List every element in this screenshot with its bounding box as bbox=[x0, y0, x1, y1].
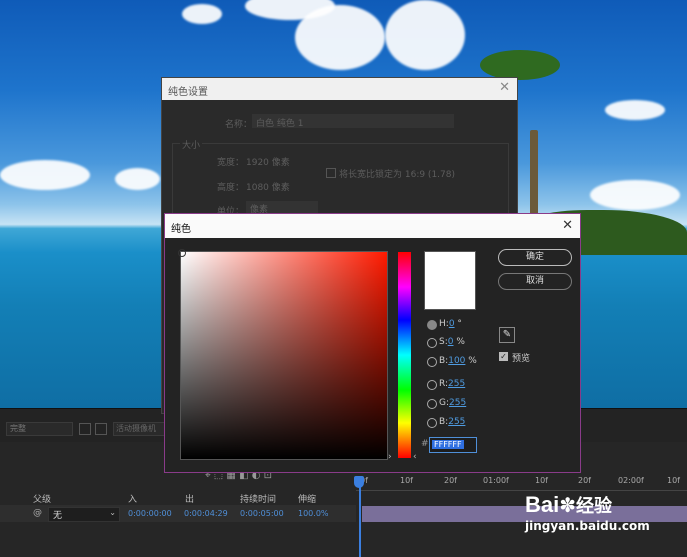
b-radio[interactable] bbox=[427, 357, 437, 367]
name-value: 白色 纯色 1 bbox=[256, 119, 304, 129]
saturation-brightness-field[interactable] bbox=[178, 249, 388, 460]
solid-settings-title: 纯色设置 bbox=[168, 87, 208, 98]
lock-ratio-checkbox[interactable] bbox=[326, 168, 336, 178]
out-column-header: 出 bbox=[185, 495, 195, 505]
paw-icon: ✽ bbox=[559, 493, 577, 517]
height-label: 高度： bbox=[217, 183, 245, 193]
playhead-handle[interactable] bbox=[354, 476, 364, 488]
hue-slider[interactable] bbox=[398, 252, 411, 458]
s-radio[interactable] bbox=[427, 338, 437, 348]
width-label: 宽度： bbox=[217, 158, 245, 168]
b-label: B: bbox=[439, 356, 449, 366]
chevron-down-icon: ⌄ bbox=[109, 508, 116, 517]
color-picker-dialog: 纯色 ✕ › ‹ 确定 取消 H:0 ° S:0 % B:100 % R:255… bbox=[164, 213, 581, 473]
playhead[interactable] bbox=[359, 476, 361, 557]
color-picker-title: 纯色 bbox=[171, 224, 191, 235]
b-field[interactable]: B:100 % bbox=[439, 356, 477, 366]
s-value[interactable]: 0 bbox=[448, 337, 454, 347]
hex-input[interactable]: FFFFFF bbox=[429, 437, 477, 453]
color-preview-swatch bbox=[424, 251, 476, 310]
resolution-dropdown[interactable]: 完整 bbox=[6, 422, 73, 436]
in-value[interactable]: 0:00:00:00 bbox=[128, 509, 172, 518]
close-icon[interactable]: ✕ bbox=[562, 218, 573, 233]
ruler-tick: 10f bbox=[535, 476, 548, 485]
color-picker-titlebar: 纯色 ✕ bbox=[165, 214, 580, 238]
parent-value: 无 bbox=[53, 511, 63, 521]
duration-column-header: 持续时间 bbox=[240, 495, 277, 505]
watermark-brand2: 经验 bbox=[576, 496, 613, 517]
transparency-grid-icon[interactable] bbox=[95, 423, 107, 435]
baidu-jingyan-watermark: Bai✽经验 jingyan.baidu.com bbox=[525, 492, 685, 536]
h-unit: ° bbox=[457, 319, 462, 329]
ruler-tick: 01:00f bbox=[483, 476, 509, 485]
name-label: 名称： bbox=[225, 120, 253, 130]
ruler-tick: 20f bbox=[444, 476, 457, 485]
g-radio[interactable] bbox=[427, 399, 437, 409]
camera-dropdown[interactable]: 活动摄像机 bbox=[113, 422, 165, 436]
s-unit: % bbox=[456, 337, 465, 347]
g-value[interactable]: 255 bbox=[449, 398, 466, 408]
h-radio[interactable] bbox=[427, 320, 437, 330]
r-label: R: bbox=[439, 379, 449, 389]
r-radio[interactable] bbox=[427, 380, 437, 390]
blue-label: B: bbox=[439, 417, 449, 427]
h-label: H: bbox=[439, 319, 449, 329]
camera-label: 活动摄像机 bbox=[116, 424, 156, 433]
preview-label: 预览 bbox=[512, 354, 531, 364]
hex-prefix: # bbox=[421, 439, 429, 449]
h-value[interactable]: 0 bbox=[449, 319, 455, 329]
blue-radio[interactable] bbox=[427, 418, 437, 428]
region-icon[interactable] bbox=[79, 423, 91, 435]
b-value[interactable]: 100 bbox=[448, 356, 465, 366]
b-unit: % bbox=[468, 356, 477, 366]
pickwhip-icon[interactable]: @ bbox=[33, 508, 42, 518]
s-field[interactable]: S:0 % bbox=[439, 337, 465, 347]
stretch-value[interactable]: 100.0% bbox=[298, 509, 329, 518]
hue-marker-left-icon[interactable]: › bbox=[388, 452, 392, 462]
ruler-tick: 10f bbox=[400, 476, 413, 485]
time-ruler[interactable]: 0f 10f 20f 01:00f 10f 20f 02:00f 10f bbox=[356, 476, 687, 491]
close-icon[interactable]: ✕ bbox=[499, 80, 510, 95]
color-selector-cursor[interactable] bbox=[178, 249, 186, 257]
size-group-label: 大小 bbox=[180, 138, 203, 151]
hue-marker-right-icon[interactable]: ‹ bbox=[413, 452, 417, 462]
r-value[interactable]: 255 bbox=[448, 379, 465, 389]
preview-checkbox[interactable]: ✓ bbox=[499, 352, 508, 361]
r-field[interactable]: R:255 bbox=[439, 379, 465, 389]
eyedropper-icon[interactable]: ✎ bbox=[499, 327, 515, 343]
resolution-label: 完整 bbox=[10, 424, 26, 433]
ruler-tick: 02:00f bbox=[618, 476, 644, 485]
units-dropdown[interactable]: 像素 bbox=[246, 201, 318, 215]
height-value[interactable]: 1080 像素 bbox=[246, 180, 290, 193]
ok-button[interactable]: 确定 bbox=[498, 249, 572, 266]
g-field[interactable]: G:255 bbox=[439, 398, 466, 408]
cancel-button[interactable]: 取消 bbox=[498, 273, 572, 290]
blue-field[interactable]: B:255 bbox=[439, 417, 465, 427]
s-label: S: bbox=[439, 337, 448, 347]
name-field[interactable]: 白色 纯色 1 bbox=[252, 114, 454, 129]
parent-dropdown[interactable]: 无 ⌄ bbox=[48, 507, 120, 522]
blue-value[interactable]: 255 bbox=[448, 417, 465, 427]
in-column-header: 入 bbox=[128, 495, 138, 505]
parent-column-header: 父级 bbox=[33, 495, 52, 505]
lock-ratio-label: 将长宽比锁定为 16:9 (1.78) bbox=[339, 170, 455, 180]
watermark-brand: Bai bbox=[525, 492, 560, 517]
h-field[interactable]: H:0 ° bbox=[439, 319, 462, 329]
solid-settings-titlebar: 纯色设置 ✕ bbox=[162, 78, 517, 100]
g-label: G: bbox=[439, 398, 450, 408]
ruler-tick: 10f bbox=[667, 476, 680, 485]
duration-value[interactable]: 0:00:05:00 bbox=[240, 509, 284, 518]
watermark-url: jingyan.baidu.com bbox=[525, 519, 650, 533]
ruler-tick: 20f bbox=[578, 476, 591, 485]
out-value[interactable]: 0:00:04:29 bbox=[184, 509, 228, 518]
width-value[interactable]: 1920 像素 bbox=[246, 155, 290, 168]
hex-value: FFFFFF bbox=[432, 440, 464, 449]
stretch-column-header: 伸缩 bbox=[298, 495, 317, 505]
